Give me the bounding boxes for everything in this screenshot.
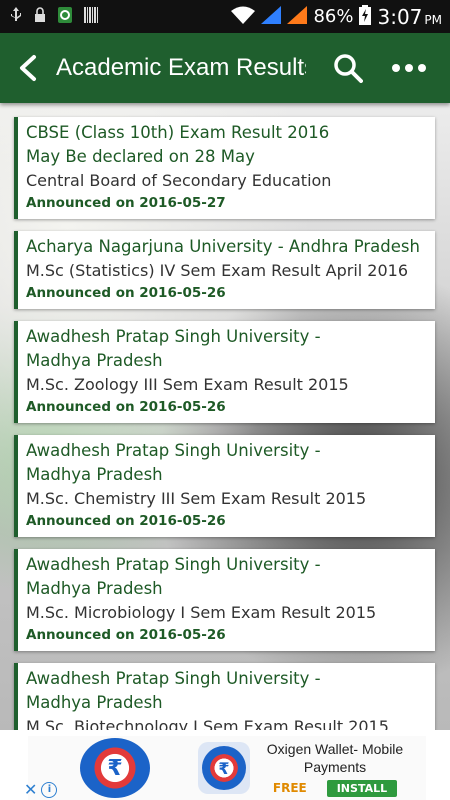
- usb-icon: [10, 7, 22, 26]
- ad-price: FREE: [272, 781, 307, 795]
- result-date: Announced on 2016-05-26: [26, 285, 226, 301]
- back-button[interactable]: [0, 33, 56, 103]
- notification-icons: [0, 7, 98, 26]
- result-subtitle: M.Sc. Biotechnology I Sem Exam Result 20…: [26, 717, 389, 730]
- more-options-dot: [405, 64, 413, 72]
- lock-icon: [34, 7, 46, 26]
- app-bar: Academic Exam Results: [0, 33, 450, 103]
- result-title: Acharya Nagarjuna University - Andhra Pr…: [26, 237, 420, 256]
- rupee-ring-icon: ₹: [202, 746, 246, 790]
- clock-ampm: PM: [424, 12, 442, 27]
- ad-app-name: Oxigen Wallet- Mobile Payments: [266, 740, 404, 775]
- back-arrow-icon: [20, 55, 36, 81]
- result-subtitle: M.Sc (Statistics) IV Sem Exam Result Apr…: [26, 261, 409, 280]
- result-card[interactable]: Acharya Nagarjuna University - Andhra Pr…: [14, 231, 435, 309]
- ad-actions: FREE INSTALL: [260, 779, 410, 797]
- system-status: 86% 3:07 PM: [231, 4, 450, 29]
- clock: 3:07 PM: [377, 5, 442, 29]
- rupee-logo-icon: ₹: [80, 738, 150, 798]
- result-date: Announced on 2016-05-26: [26, 399, 226, 415]
- app-notification-icon: [58, 7, 72, 26]
- result-title: Awadhesh Pratap Singh University - Madhy…: [26, 327, 321, 370]
- ad-bar: ₹ ₹ Oxigen Wallet- Mobile Payments FREE …: [0, 730, 450, 800]
- more-options-dot: [418, 64, 426, 72]
- status-bar: 86% 3:07 PM: [0, 0, 450, 33]
- result-subtitle: M.Sc. Chemistry III Sem Exam Result 2015: [26, 489, 367, 508]
- result-card[interactable]: Awadhesh Pratap Singh University - Madhy…: [14, 321, 435, 423]
- result-subtitle: M.Sc. Zoology III Sem Exam Result 2015: [26, 375, 349, 394]
- result-card[interactable]: CBSE (Class 10th) Exam Result 2016 May B…: [14, 117, 435, 219]
- result-title: Awadhesh Pratap Singh University - Madhy…: [26, 555, 321, 598]
- search-icon: [334, 54, 363, 83]
- search-button[interactable]: [322, 33, 374, 103]
- battery-percent: 86%: [313, 6, 354, 27]
- more-options-icon: [392, 64, 400, 72]
- result-title: Awadhesh Pratap Singh University - Madhy…: [26, 441, 321, 484]
- result-subtitle: M.Sc. Microbiology I Sem Exam Result 201…: [26, 603, 377, 622]
- battery-charging-icon: [359, 4, 372, 29]
- ad-banner[interactable]: ₹ ₹ Oxigen Wallet- Mobile Payments FREE …: [28, 736, 426, 800]
- signal-2-icon: [287, 5, 308, 28]
- ad-controls: ✕ i: [24, 780, 58, 799]
- result-date: Announced on 2016-05-27: [26, 195, 226, 211]
- result-date: Announced on 2016-05-26: [26, 627, 226, 643]
- barcode-icon: [84, 7, 98, 26]
- result-title: CBSE (Class 10th) Exam Result 2016 May B…: [26, 123, 330, 166]
- more-options-button[interactable]: [374, 33, 444, 103]
- page-title: Academic Exam Results: [56, 54, 306, 81]
- result-title: Awadhesh Pratap Singh University - Madhy…: [26, 669, 321, 712]
- result-card[interactable]: Awadhesh Pratap Singh University - Madhy…: [14, 549, 435, 651]
- signal-1-icon: [261, 5, 282, 28]
- results-list[interactable]: CBSE (Class 10th) Exam Result 2016 May B…: [0, 103, 450, 730]
- ad-text: Oxigen Wallet- Mobile Payments FREE INST…: [260, 740, 410, 797]
- install-button[interactable]: INSTALL: [326, 779, 398, 797]
- ad-close-icon[interactable]: ✕: [24, 780, 37, 799]
- result-card[interactable]: Awadhesh Pratap Singh University - Madhy…: [14, 663, 435, 730]
- ad-info-icon[interactable]: i: [41, 781, 58, 798]
- app-logo-icon: ₹: [198, 742, 250, 794]
- result-subtitle: Central Board of Secondary Education: [26, 171, 332, 190]
- result-card[interactable]: Awadhesh Pratap Singh University - Madhy…: [14, 435, 435, 537]
- result-date: Announced on 2016-05-26: [26, 513, 226, 529]
- clock-time: 3:07: [377, 4, 423, 29]
- wifi-icon: [231, 6, 256, 28]
